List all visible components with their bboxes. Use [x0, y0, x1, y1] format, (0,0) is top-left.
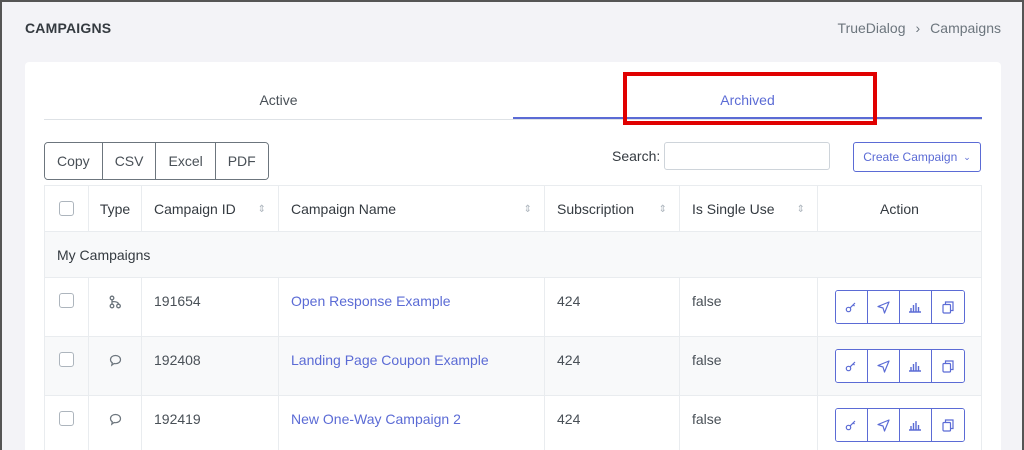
tab-active[interactable]: Active [44, 84, 513, 119]
campaign-name-link[interactable]: Landing Page Coupon Example [291, 352, 489, 368]
single-use-cell: false [679, 336, 818, 396]
excel-button[interactable]: Excel [156, 143, 216, 179]
group-row: My Campaigns [44, 231, 982, 278]
chart-icon[interactable] [899, 409, 932, 441]
column-header-single-use[interactable]: Is Single Use ⇕ [679, 185, 818, 232]
group-label: My Campaigns [44, 231, 982, 278]
row-select-cell [44, 277, 89, 337]
type-cell [88, 336, 142, 396]
tab-archived[interactable]: Archived [513, 84, 982, 119]
key-icon[interactable] [835, 350, 868, 382]
send-icon[interactable] [867, 350, 900, 382]
create-campaign-label: Create Campaign [863, 150, 958, 164]
tab-bar: Active Archived [44, 84, 982, 120]
key-icon[interactable] [835, 409, 868, 441]
campaign-id-cell: 192419 [141, 395, 279, 450]
send-icon[interactable] [867, 409, 900, 441]
send-icon[interactable] [867, 291, 900, 323]
copy-icon[interactable] [931, 350, 964, 382]
table-header-row: Type Campaign ID ⇕ Campaign Name ⇕ Subsc… [44, 185, 982, 232]
campaign-id-cell: 192408 [141, 336, 279, 396]
create-campaign-button[interactable]: Create Campaign ⌄ [853, 142, 981, 172]
type-cell [88, 277, 142, 337]
action-cell [817, 395, 982, 450]
top-bar: CAMPAIGNS TrueDialog › Campaigns [0, 0, 1024, 58]
campaigns-table: Type Campaign ID ⇕ Campaign Name ⇕ Subsc… [44, 185, 982, 450]
column-header-campaign-name[interactable]: Campaign Name ⇕ [278, 185, 545, 232]
sort-icon: ⇕ [523, 204, 532, 215]
row-select-cell [44, 336, 89, 396]
table-row: 192408 Landing Page Coupon Example 424 f… [44, 336, 982, 396]
csv-button[interactable]: CSV [102, 143, 157, 179]
select-all-checkbox[interactable] [59, 201, 74, 216]
breadcrumb: TrueDialog › Campaigns [838, 20, 1001, 36]
single-use-cell: false [679, 277, 818, 337]
type-cell [88, 395, 142, 450]
column-header-label: Campaign Name [291, 201, 397, 217]
column-header-label: Is Single Use [692, 201, 775, 217]
column-header-campaign-id[interactable]: Campaign ID ⇕ [141, 185, 279, 232]
copy-button[interactable]: Copy [45, 143, 103, 179]
action-button-group [834, 290, 965, 324]
action-button-group [834, 408, 965, 442]
table-row: 191654 Open Response Example 424 false [44, 277, 982, 337]
breadcrumb-separator: › [915, 20, 921, 36]
single-use-cell: false [679, 395, 818, 450]
action-button-group [834, 349, 965, 383]
column-header-subscription[interactable]: Subscription ⇕ [544, 185, 680, 232]
breadcrumb-current: Campaigns [930, 20, 1001, 36]
campaign-name-link[interactable]: New One-Way Campaign 2 [291, 411, 461, 427]
campaign-name-cell: Landing Page Coupon Example [278, 336, 545, 396]
chat-bubble-icon [109, 354, 122, 370]
row-checkbox[interactable] [59, 293, 74, 308]
search-input[interactable] [664, 142, 830, 170]
column-header-type[interactable]: Type [88, 185, 142, 232]
breadcrumb-home[interactable]: TrueDialog [838, 20, 906, 36]
export-button-group: Copy CSV Excel PDF [44, 142, 269, 180]
campaign-name-link[interactable]: Open Response Example [291, 293, 451, 309]
campaign-id-cell: 191654 [141, 277, 279, 337]
row-checkbox[interactable] [59, 411, 74, 426]
page-title: CAMPAIGNS [25, 20, 112, 36]
chart-icon[interactable] [899, 350, 932, 382]
copy-icon[interactable] [931, 409, 964, 441]
chart-icon[interactable] [899, 291, 932, 323]
copy-icon[interactable] [931, 291, 964, 323]
column-header-label: Campaign ID [154, 201, 236, 217]
row-checkbox[interactable] [59, 352, 74, 367]
chat-bubble-icon [109, 413, 122, 429]
subscription-cell: 424 [544, 395, 680, 450]
subscription-cell: 424 [544, 336, 680, 396]
row-select-cell [44, 395, 89, 450]
chevron-down-icon: ⌄ [963, 151, 971, 162]
table-row: 192419 New One-Way Campaign 2 424 false [44, 395, 982, 450]
campaign-name-cell: New One-Way Campaign 2 [278, 395, 545, 450]
pdf-button[interactable]: PDF [215, 143, 268, 179]
sort-icon: ⇕ [257, 204, 266, 215]
sort-icon: ⇕ [796, 204, 805, 215]
key-icon[interactable] [835, 291, 868, 323]
column-header-label: Subscription [557, 201, 635, 217]
sort-icon: ⇕ [658, 204, 667, 215]
branch-icon [109, 295, 121, 312]
search-label: Search: [612, 148, 661, 164]
campaigns-card: Active Archived Copy CSV Excel PDF Searc… [25, 62, 1001, 450]
column-header-action: Action [817, 185, 982, 232]
campaign-name-cell: Open Response Example [278, 277, 545, 337]
select-all-header [44, 185, 89, 232]
action-cell [817, 336, 982, 396]
action-cell [817, 277, 982, 337]
subscription-cell: 424 [544, 277, 680, 337]
